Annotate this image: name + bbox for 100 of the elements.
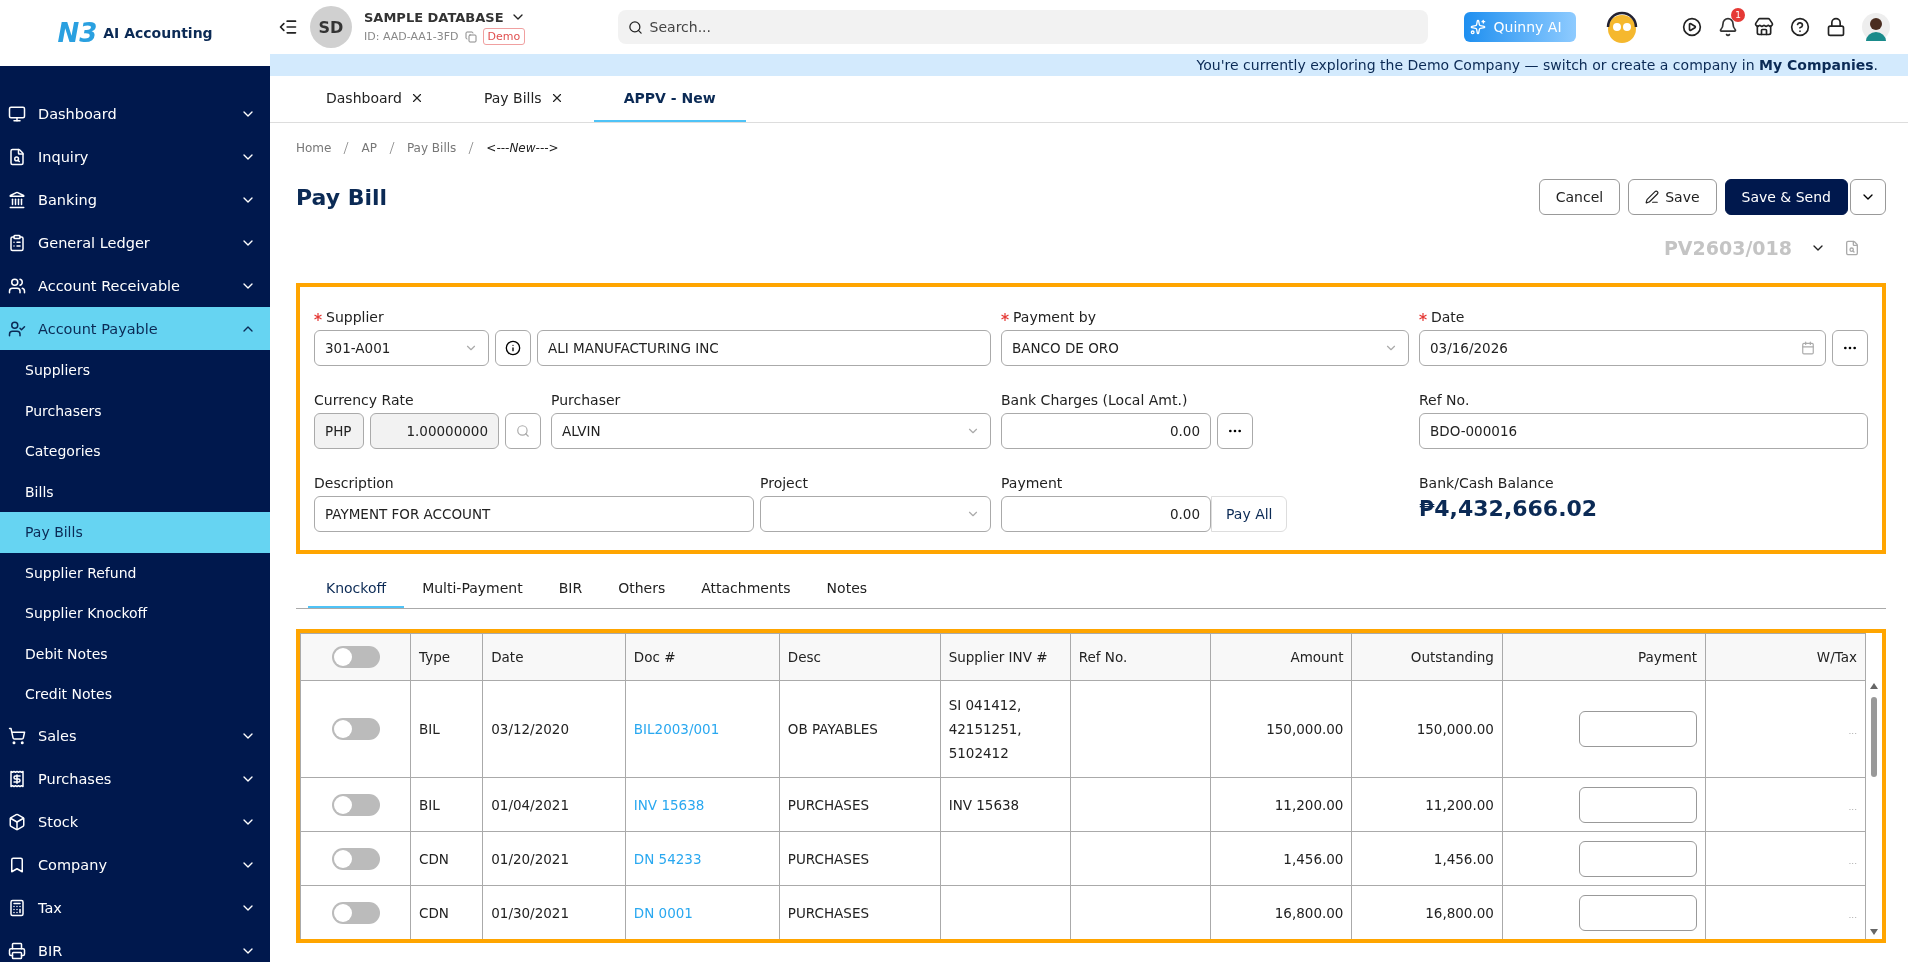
column-header: Amount <box>1210 633 1352 681</box>
bank-charges-field[interactable]: 0.00 <box>1001 413 1211 449</box>
lock-icon[interactable] <box>1826 17 1846 37</box>
bell-icon[interactable] <box>1718 17 1738 37</box>
sidebar-item[interactable]: Tax <box>0 886 270 930</box>
sidebar-item[interactable]: Account Receivable <box>0 264 270 307</box>
sidebar-subitem[interactable]: Debit Notes <box>0 633 270 674</box>
sidebar-subitem[interactable]: Suppliers <box>0 350 270 391</box>
supplier-name-field[interactable]: ALI MANUFACTURING INC <box>537 330 991 366</box>
section-tab[interactable]: Attachments <box>683 568 809 608</box>
ref-no-field[interactable]: BDO-000016 <box>1419 413 1868 449</box>
payment-field[interactable]: 0.00 <box>1001 496 1211 532</box>
table-cell: OB PAYABLES <box>779 680 941 778</box>
clipboard-icon <box>8 233 26 252</box>
table-cell: 01/20/2021 <box>482 831 626 886</box>
payment-by-select[interactable]: BANCO DE ORO <box>1001 330 1409 366</box>
sidebar-item[interactable]: Stock <box>0 800 270 844</box>
demo-badge: Demo <box>482 28 526 45</box>
sidebar-item[interactable]: Sales <box>0 714 270 758</box>
search-field[interactable]: Search... <box>617 10 1428 44</box>
sidebar-subitem[interactable]: Categories <box>0 431 270 472</box>
payment-input[interactable] <box>1579 786 1697 823</box>
currency-field: PHP <box>314 413 364 449</box>
save-button[interactable]: Save <box>1628 179 1717 215</box>
rate-field[interactable]: 1.00000000 <box>370 413 499 449</box>
breadcrumb-separator-icon <box>388 142 395 154</box>
sidebar-subitem[interactable]: Purchasers <box>0 390 270 431</box>
sidebar-subitem[interactable]: Credit Notes <box>0 674 270 715</box>
database-name[interactable]: SAMPLE DATABASE <box>364 9 504 25</box>
sidebar-item[interactable]: Banking <box>0 178 270 221</box>
section-tab[interactable]: Knockoff <box>308 568 405 608</box>
page-tab[interactable]: Dashboard <box>296 76 454 122</box>
description-field[interactable]: PAYMENT FOR ACCOUNT <box>314 496 754 532</box>
user-avatar[interactable] <box>1862 13 1890 41</box>
table-cell: 03/12/2020 <box>482 680 626 778</box>
section-tab[interactable]: Multi-Payment <box>404 568 541 608</box>
date-field[interactable]: 03/16/2026 <box>1419 330 1826 366</box>
search-button[interactable] <box>505 413 541 449</box>
page-tab[interactable]: APPV - New <box>593 76 746 122</box>
page-tab[interactable]: Pay Bills <box>453 76 594 122</box>
field-label: Purchaser <box>551 392 621 408</box>
sidebar-subitem[interactable]: Supplier Refund <box>0 552 270 593</box>
breadcrumb-link[interactable]: AP <box>361 141 377 155</box>
field-label: Currency Rate <box>314 392 414 408</box>
payment-input[interactable] <box>1579 711 1697 747</box>
table-cell: SI 041412, 42151251, 5102412 <box>948 697 1022 761</box>
section-tab[interactable]: BIR <box>540 568 601 608</box>
sidebar-item[interactable]: Inquiry <box>0 135 270 178</box>
more-button[interactable] <box>1217 413 1253 449</box>
cancel-button[interactable]: Cancel <box>1538 179 1621 215</box>
sidebar-item[interactable]: Company <box>0 843 270 887</box>
field-label: Ref No. <box>1419 392 1470 408</box>
info-button[interactable] <box>495 330 531 366</box>
save-send-button[interactable]: Save & Send <box>1724 179 1848 215</box>
field-label: Supplier <box>326 309 384 325</box>
row-toggle[interactable] <box>331 718 380 740</box>
row-toggle[interactable] <box>331 901 380 924</box>
sidebar-item[interactable]: Account Payable <box>0 307 270 350</box>
table-cell: ... <box>1848 909 1857 920</box>
document-number: PV2603/018 <box>1663 237 1792 259</box>
payment-input[interactable] <box>1579 894 1697 931</box>
table-cell: PURCHASES <box>779 831 941 886</box>
copy-icon[interactable] <box>464 30 477 43</box>
help-icon[interactable] <box>1790 17 1810 37</box>
sidebar-item[interactable]: BIR <box>0 929 270 962</box>
more-button[interactable] <box>1832 330 1868 366</box>
column-header: Outstanding <box>1351 633 1503 681</box>
more-actions-button[interactable] <box>1850 179 1886 215</box>
select-all-toggle[interactable] <box>331 646 380 668</box>
row-toggle[interactable] <box>331 793 380 816</box>
column-header: Date <box>482 633 626 681</box>
section-tab[interactable]: Others <box>600 568 684 608</box>
sidebar-item[interactable]: Purchases <box>0 757 270 801</box>
store-icon[interactable] <box>1754 17 1774 37</box>
breadcrumb-link[interactable]: Home <box>296 141 332 155</box>
menu-icon[interactable] <box>278 17 298 37</box>
supplier-code-select[interactable]: 301-A001 <box>314 330 489 366</box>
column-header: W/Tax <box>1705 633 1866 681</box>
row-toggle[interactable] <box>331 847 380 870</box>
document-search-icon <box>8 147 26 166</box>
breadcrumb-link[interactable]: Pay Bills <box>406 141 457 155</box>
sidebar-subitem[interactable]: Pay Bills <box>0 512 270 553</box>
database-id: ID: AAD-AA1-3FD <box>364 30 459 43</box>
field-label: Payment by <box>1013 309 1096 325</box>
document-search-icon[interactable] <box>1844 240 1860 256</box>
sidebar-subitem[interactable]: Supplier Knockoff <box>0 593 270 634</box>
sidebar-item[interactable]: Dashboard <box>0 92 270 135</box>
calendar-icon[interactable] <box>1801 341 1815 355</box>
column-header: Desc <box>779 633 941 681</box>
purchaser-select[interactable]: ALVIN <box>551 413 991 449</box>
payment-input[interactable] <box>1579 840 1697 877</box>
table-cell: CDN <box>410 831 483 886</box>
sidebar-item[interactable]: General Ledger <box>0 221 270 264</box>
pay-all-button[interactable]: Pay All <box>1211 496 1288 532</box>
bank-icon <box>8 190 26 209</box>
play-icon[interactable] <box>1682 17 1702 37</box>
project-select[interactable] <box>760 496 991 532</box>
section-tab[interactable]: Notes <box>808 568 886 608</box>
table-cell: 150,000.00 <box>1351 680 1503 778</box>
sidebar-subitem[interactable]: Bills <box>0 471 270 512</box>
